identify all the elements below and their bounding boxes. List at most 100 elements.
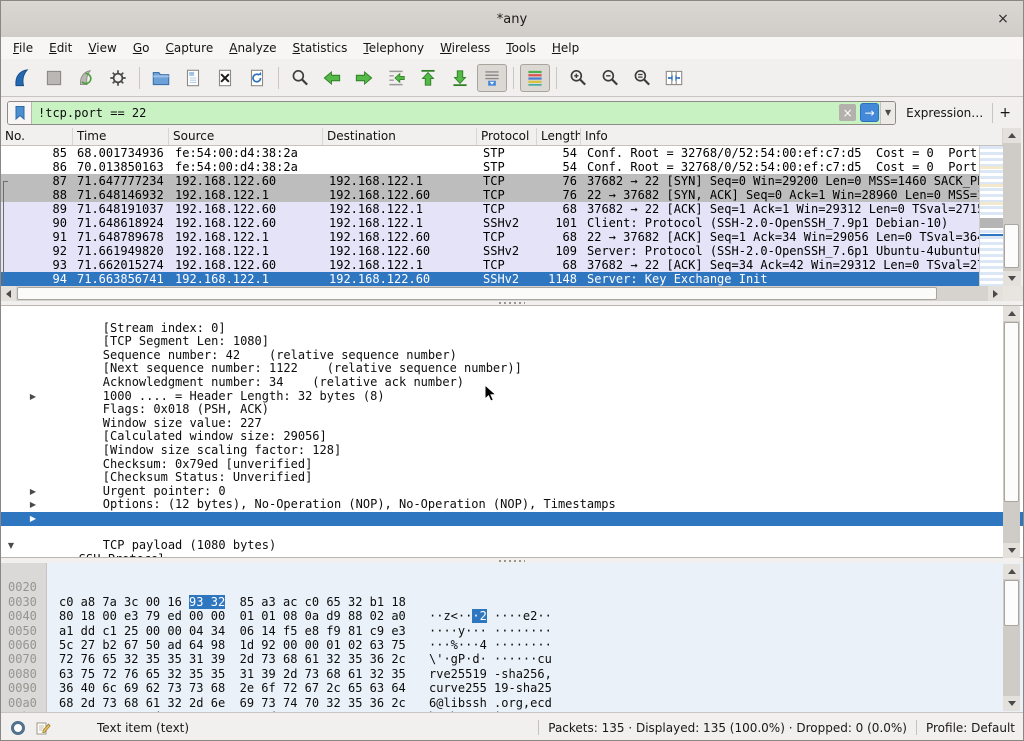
scroll-down-button[interactable]: [1003, 543, 1020, 558]
detail-line[interactable]: Sequence number: 42 (relative sequence n…: [1, 335, 1024, 349]
detail-line[interactable]: [Stream index: 0]: [1, 308, 1024, 322]
go-forward-button[interactable]: [349, 64, 379, 92]
scroll-up-button[interactable]: [1003, 306, 1020, 321]
menu-item[interactable]: Statistics: [285, 39, 356, 57]
go-to-packet-button[interactable]: [381, 64, 411, 92]
detail-line[interactable]: Checksum: 0x79ed [unverified]: [1, 444, 1024, 458]
auto-scroll-toggle[interactable]: [477, 64, 507, 92]
zoom-out-button[interactable]: [595, 64, 625, 92]
hex-scrollbar[interactable]: [1003, 564, 1020, 711]
detail-line[interactable]: [Calculated window size: 29056]: [1, 417, 1024, 431]
hex-row[interactable]: 0080 36 40 6c 69 62 73 73 68 2e 6f 72 67…: [1, 652, 1024, 666]
stop-capture-button[interactable]: [39, 64, 69, 92]
scrollbar-thumb[interactable]: [1004, 580, 1019, 626]
expander-icon[interactable]: ▶: [25, 498, 41, 512]
detail-line[interactable]: Urgent pointer: 0: [1, 471, 1024, 485]
expander-icon[interactable]: ▶: [25, 390, 41, 404]
capture-comment-icon[interactable]: [35, 720, 51, 736]
packet-row[interactable]: 9471.663856741192.168.122.1192.168.122.6…: [1, 272, 979, 286]
hex-row[interactable]: 0030 80 18 00 e3 79 ed 00 00 01 01 08 0a…: [1, 580, 1024, 594]
filter-bookmark-button[interactable]: [8, 102, 32, 124]
column-header-time[interactable]: Time: [73, 128, 169, 145]
zoom-original-button[interactable]: [627, 64, 657, 92]
packet-minimap[interactable]: [979, 146, 1003, 286]
packet-row[interactable]: 9371.662015274192.168.122.60192.168.122.…: [1, 258, 979, 272]
detail-line[interactable]: 1000 .... = Header Length: 32 bytes (8): [1, 376, 1024, 390]
filter-dropdown-button[interactable]: ▼: [880, 102, 895, 124]
scroll-down-button[interactable]: [1003, 271, 1021, 286]
column-header-info[interactable]: Info: [581, 128, 1003, 145]
column-header-length[interactable]: Length: [537, 128, 581, 145]
hex-row[interactable]: 0050 5c 27 b2 67 50 ad 64 98 1d 92 00 00…: [1, 609, 1024, 623]
packet-list-scrollbar[interactable]: [1003, 128, 1021, 286]
packet-list-hscrollbar[interactable]: [1, 286, 1003, 301]
hex-row[interactable]: 0040 a1 dd c1 25 00 00 04 34 06 14 f5 e8…: [1, 595, 1024, 609]
display-filter-field[interactable]: !tcp.port == 22 × → ▼: [7, 101, 896, 125]
capture-options-button[interactable]: [103, 64, 133, 92]
go-back-button[interactable]: [317, 64, 347, 92]
menu-item[interactable]: View: [80, 39, 124, 57]
save-file-button[interactable]: [178, 64, 208, 92]
menu-item[interactable]: Help: [544, 39, 587, 57]
hscrollbar-thumb[interactable]: [17, 287, 937, 300]
packet-row[interactable]: 8568.001734936fe:54:00:d4:38:2aSTP54Conf…: [1, 146, 979, 160]
reload-file-button[interactable]: [242, 64, 272, 92]
colorize-toggle[interactable]: [520, 64, 550, 92]
start-capture-button[interactable]: [7, 64, 37, 92]
expander-icon[interactable]: ▶: [25, 512, 41, 526]
hex-row[interactable]: 00a0 65 63 64 68 2d 73 68 61 32 2d 6e 69…: [1, 681, 1024, 695]
column-header-destination[interactable]: Destination: [323, 128, 477, 145]
zoom-in-button[interactable]: [563, 64, 593, 92]
restart-capture-button[interactable]: [71, 64, 101, 92]
column-header-no[interactable]: No.: [1, 128, 73, 145]
menu-item[interactable]: File: [5, 39, 41, 57]
scroll-up-button[interactable]: [1003, 128, 1021, 143]
detail-line[interactable]: ▶[SEQ/ACK analysis]: [1, 498, 1024, 512]
menu-item[interactable]: Edit: [41, 39, 80, 57]
hex-row[interactable]: 0060 72 76 65 32 35 35 31 39 2d 73 68 61…: [1, 624, 1024, 638]
scrollbar-thumb[interactable]: [1004, 322, 1019, 502]
resize-columns-button[interactable]: [659, 64, 689, 92]
details-scrollbar[interactable]: [1003, 306, 1020, 558]
detail-line[interactable]: [Checksum Status: Unverified]: [1, 458, 1024, 472]
last-packet-button[interactable]: [445, 64, 475, 92]
expander-icon[interactable]: ▶: [25, 485, 41, 499]
open-file-button[interactable]: [146, 64, 176, 92]
menu-item[interactable]: Wireless: [432, 39, 498, 57]
title-bar[interactable]: *any ×: [1, 1, 1023, 37]
scroll-down-button[interactable]: [1003, 696, 1020, 711]
packet-row[interactable]: 9171.648789678192.168.122.1192.168.122.6…: [1, 230, 979, 244]
menu-item[interactable]: Telephony: [355, 39, 432, 57]
detail-line[interactable]: [Next sequence number: 1122 (relative se…: [1, 349, 1024, 363]
detail-line[interactable]: [Window size scaling factor: 128]: [1, 430, 1024, 444]
detail-line[interactable]: ▶Options: (12 bytes), No-Operation (NOP)…: [1, 485, 1024, 499]
filter-clear-button[interactable]: ×: [839, 104, 856, 121]
packet-row[interactable]: 8971.648191037192.168.122.60192.168.122.…: [1, 202, 979, 216]
menu-item[interactable]: Analyze: [221, 39, 284, 57]
detail-line[interactable]: [TCP Segment Len: 1080]: [1, 322, 1024, 336]
expert-info-icon[interactable]: [11, 721, 25, 735]
profile-label[interactable]: Profile: Default: [926, 721, 1015, 735]
find-packet-button[interactable]: [285, 64, 315, 92]
first-packet-button[interactable]: [413, 64, 443, 92]
column-header-source[interactable]: Source: [169, 128, 323, 145]
column-header-protocol[interactable]: Protocol: [477, 128, 537, 145]
expression-button[interactable]: Expression…: [896, 106, 992, 120]
scrollbar-thumb[interactable]: [1004, 224, 1019, 268]
packet-row[interactable]: 8771.647777234192.168.122.60192.168.122.…: [1, 174, 979, 188]
menu-item[interactable]: Capture: [157, 39, 221, 57]
scroll-right-button[interactable]: [988, 286, 1003, 301]
expander-icon[interactable]: ▼: [3, 539, 19, 553]
packet-row[interactable]: 9071.648618924192.168.122.60192.168.122.…: [1, 216, 979, 230]
hex-row[interactable]: 0020 c0 a8 7a 3c 00 16 93 32 85 a3 ac c0…: [1, 566, 1024, 580]
filter-input[interactable]: !tcp.port == 22: [32, 106, 839, 120]
detail-line[interactable]: TCP payload (1080 bytes): [1, 526, 1024, 540]
menu-item[interactable]: Go: [125, 39, 158, 57]
hex-row[interactable]: 0090 68 2d 73 68 61 32 2d 6e 69 73 74 70…: [1, 667, 1024, 681]
scroll-left-button[interactable]: [1, 286, 16, 301]
packet-row[interactable]: 9271.661949820192.168.122.1192.168.122.6…: [1, 244, 979, 258]
close-file-button[interactable]: [210, 64, 240, 92]
close-window-button[interactable]: ×: [989, 1, 1017, 37]
filter-apply-button[interactable]: →: [860, 103, 879, 122]
detail-line[interactable]: ▶[Timestamps]: [1, 512, 1024, 526]
